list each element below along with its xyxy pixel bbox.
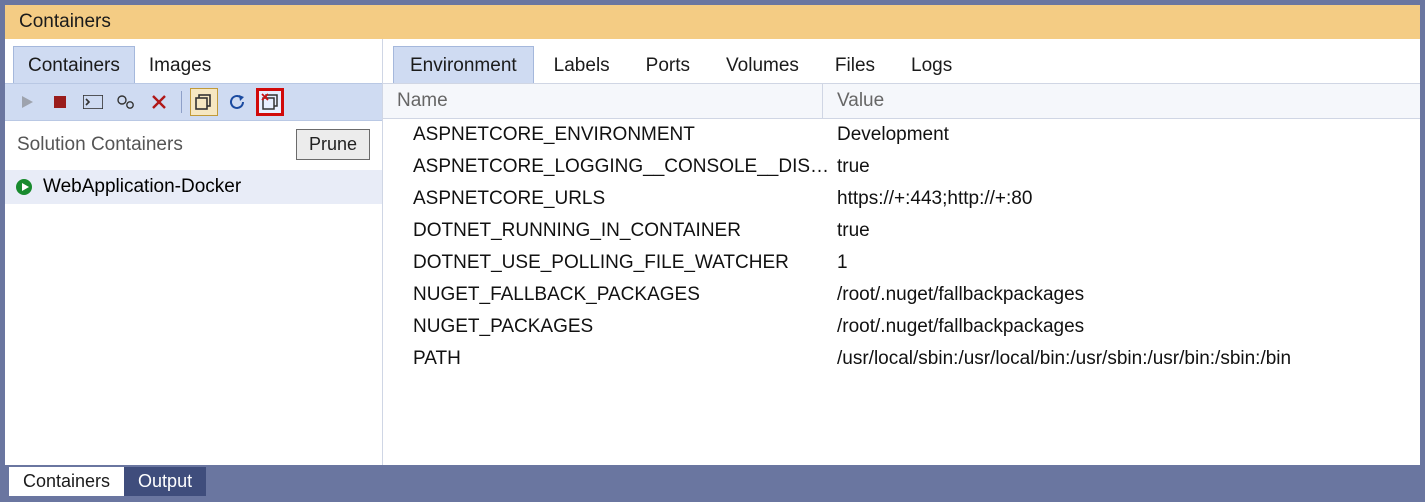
tab-environment[interactable]: Environment [393,46,534,83]
env-name: DOTNET_USE_POLLING_FILE_WATCHER [413,252,837,274]
col-header-value[interactable]: Value [823,84,1420,118]
section-title: Solution Containers [17,134,183,156]
col-header-name[interactable]: Name [383,84,823,118]
left-tab-row: Containers Images [5,39,382,83]
env-value: /root/.nuget/fallbackpackages [837,284,1420,306]
env-name: ASPNETCORE_URLS [413,188,837,210]
env-value: Development [837,124,1420,146]
grid-header: Name Value [383,83,1420,119]
left-pane: Containers Images [5,39,383,465]
env-name: ASPNETCORE_LOGGING__CONSOLE__DISA... [413,156,837,178]
prune-tooltip[interactable]: Prune [296,129,370,160]
refresh-icon [228,93,246,111]
stack-icon [195,93,213,111]
container-item[interactable]: WebApplication-Docker [5,170,382,204]
terminal-icon [83,95,103,109]
detail-tabs: Environment Labels Ports Volumes Files L… [383,39,1420,83]
stop-icon [53,95,67,109]
container-name: WebApplication-Docker [43,176,241,198]
bottom-tabs: Containers Output [5,465,1420,497]
tab-labels[interactable]: Labels [538,47,626,83]
env-name: PATH [413,348,837,370]
toolbar-separator [181,91,182,113]
tab-containers[interactable]: Containers [13,46,135,83]
table-row[interactable]: ASPNETCORE_LOGGING__CONSOLE__DISA...true [383,151,1420,183]
tab-files[interactable]: Files [819,47,891,83]
terminal-button[interactable] [79,88,107,116]
env-name: ASPNETCORE_ENVIRONMENT [413,124,837,146]
window-title: Containers [5,5,1420,39]
env-value: https://+:443;http://+:80 [837,188,1420,210]
prune-icon [260,92,280,112]
tab-volumes[interactable]: Volumes [710,47,815,83]
table-row[interactable]: PATH/usr/local/sbin:/usr/local/bin:/usr/… [383,343,1420,375]
x-icon [151,94,167,110]
env-value: /usr/local/sbin:/usr/local/bin:/usr/sbin… [837,348,1420,370]
prune-button[interactable] [256,88,284,116]
right-pane: Environment Labels Ports Volumes Files L… [383,39,1420,465]
grid-body: ASPNETCORE_ENVIRONMENTDevelopmentASPNETC… [383,119,1420,465]
running-icon [15,178,33,196]
table-row[interactable]: NUGET_PACKAGES/root/.nuget/fallbackpacka… [383,311,1420,343]
env-value: /root/.nuget/fallbackpackages [837,316,1420,338]
env-value: true [837,156,1420,178]
tab-images[interactable]: Images [135,47,225,83]
env-value: true [837,220,1420,242]
toolbar [5,83,382,121]
bottom-tab-containers[interactable]: Containers [9,467,124,496]
env-name: NUGET_PACKAGES [413,316,837,338]
env-value: 1 [837,252,1420,274]
remove-all-button[interactable] [190,88,218,116]
table-row[interactable]: ASPNETCORE_ENVIRONMENTDevelopment [383,119,1420,151]
play-icon [20,95,34,109]
settings-button[interactable] [112,88,140,116]
tab-ports[interactable]: Ports [630,47,706,83]
table-row[interactable]: DOTNET_USE_POLLING_FILE_WATCHER1 [383,247,1420,279]
bottom-tab-output[interactable]: Output [124,467,206,496]
delete-button[interactable] [145,88,173,116]
table-row[interactable]: DOTNET_RUNNING_IN_CONTAINERtrue [383,215,1420,247]
table-row[interactable]: ASPNETCORE_URLShttps://+:443;http://+:80 [383,183,1420,215]
section-header: Solution Containers Prune [5,121,382,170]
gears-icon [116,94,136,110]
stop-button[interactable] [46,88,74,116]
refresh-button[interactable] [223,88,251,116]
tab-logs[interactable]: Logs [895,47,968,83]
table-row[interactable]: NUGET_FALLBACK_PACKAGES/root/.nuget/fall… [383,279,1420,311]
env-name: NUGET_FALLBACK_PACKAGES [413,284,837,306]
env-name: DOTNET_RUNNING_IN_CONTAINER [413,220,837,242]
start-button[interactable] [13,88,41,116]
